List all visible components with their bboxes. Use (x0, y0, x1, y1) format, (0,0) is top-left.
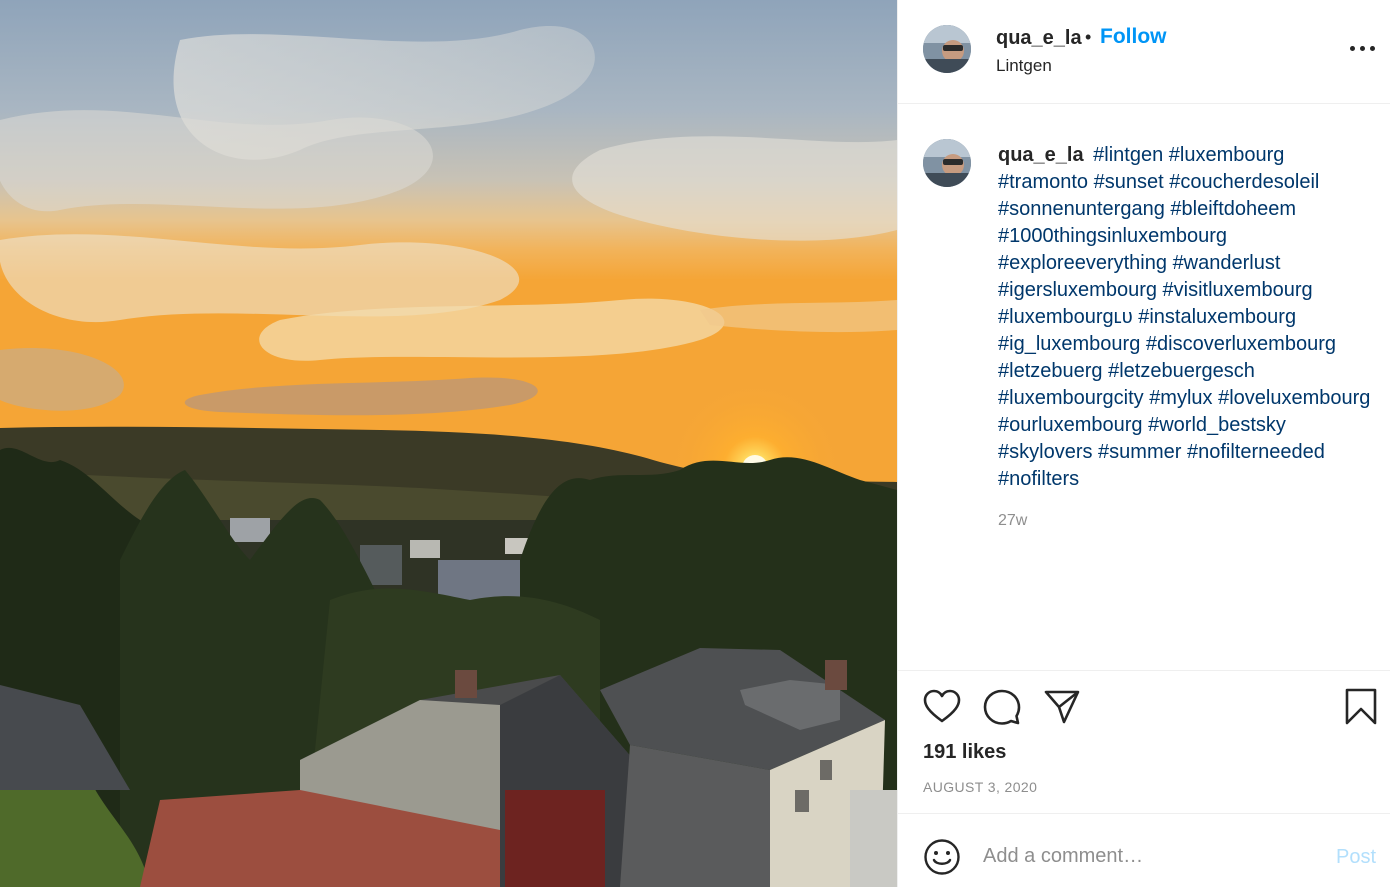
caption-avatar[interactable] (923, 139, 971, 187)
sunset-landscape-image (0, 0, 897, 887)
hashtag-link[interactable]: #igersluxembourg (998, 279, 1157, 301)
post-photo[interactable] (0, 0, 897, 887)
hashtag-link[interactable]: #wanderlust (1173, 252, 1281, 274)
hashtag-link[interactable]: #sonnenuntergang (998, 198, 1165, 220)
hashtag-link[interactable]: #bleiftdoheem (1170, 198, 1296, 220)
hashtag-link[interactable]: #exploreeverything (998, 252, 1167, 274)
hashtag-link[interactable]: #coucherdesoleil (1169, 171, 1319, 193)
hashtag-link[interactable]: #visitluxembourg (1163, 279, 1313, 301)
hashtag-link[interactable]: #lintgen (1093, 144, 1163, 166)
caption-username[interactable]: qua_e_la (998, 144, 1084, 166)
hashtag-link[interactable]: #summer (1098, 441, 1181, 463)
hashtag-link[interactable]: #luxembourgʟᴜ (998, 306, 1133, 328)
hashtag-link[interactable]: #letzebuerg (998, 360, 1103, 382)
follow-button[interactable]: Follow (1100, 25, 1167, 49)
hashtag-link[interactable]: #ig_luxembourg (998, 333, 1140, 355)
post-location[interactable]: Lintgen (996, 56, 1052, 76)
heart-icon[interactable] (922, 687, 962, 727)
hashtag-link[interactable]: #letzebuergesch (1108, 360, 1255, 382)
more-options-icon[interactable] (1350, 38, 1376, 62)
post-caption: qua_e_la #lintgen #luxembourg #tramonto … (898, 104, 1390, 670)
hashtag-link[interactable]: #1000thingsinluxembourg (998, 225, 1227, 247)
smiley-icon[interactable] (923, 838, 961, 876)
hashtag-link[interactable]: #world_bestsky (1148, 414, 1286, 436)
avatar[interactable] (923, 25, 971, 73)
bookmark-icon[interactable] (1341, 687, 1381, 727)
hashtag-link[interactable]: #luxembourg (1169, 144, 1285, 166)
hashtag-link[interactable]: #luxembourgcity (998, 387, 1144, 409)
post-header: qua_e_la • Follow Lintgen (898, 0, 1390, 104)
hashtag-link[interactable]: #loveluxembourg (1218, 387, 1370, 409)
hashtag-link[interactable]: #discoverluxembourg (1146, 333, 1336, 355)
comment-composer: Post (898, 813, 1390, 887)
post-comment-button[interactable]: Post (1336, 846, 1376, 869)
comment-input[interactable] (983, 836, 1313, 876)
post-date: AUGUST 3, 2020 (923, 779, 1038, 795)
hashtag-link[interactable]: #nofilters (998, 468, 1079, 490)
post-author-username[interactable]: qua_e_la (996, 27, 1082, 50)
post-age[interactable]: 27w (998, 512, 1027, 530)
hashtag-link[interactable]: #tramonto (998, 171, 1088, 193)
comment-icon[interactable] (982, 687, 1022, 727)
separator-dot: • (1085, 27, 1092, 47)
hashtag-list: #lintgen #luxembourg #tramonto #sunset #… (998, 144, 1370, 490)
post-detail-panel: qua_e_la • Follow Lintgen qua_e_la #lint… (897, 0, 1390, 887)
hashtag-link[interactable]: #skylovers (998, 441, 1092, 463)
hashtag-link[interactable]: #ourluxembourg (998, 414, 1143, 436)
hashtag-link[interactable]: #mylux (1149, 387, 1212, 409)
paper-plane-icon[interactable] (1042, 687, 1082, 727)
caption-text: qua_e_la #lintgen #luxembourg #tramonto … (998, 142, 1378, 493)
hashtag-link[interactable]: #instaluxembourg (1138, 306, 1296, 328)
post-actions: 191 likes AUGUST 3, 2020 (898, 670, 1390, 813)
hashtag-link[interactable]: #sunset (1094, 171, 1164, 193)
hashtag-link[interactable]: #nofilterneeded (1187, 441, 1325, 463)
likes-count[interactable]: 191 likes (923, 741, 1006, 764)
